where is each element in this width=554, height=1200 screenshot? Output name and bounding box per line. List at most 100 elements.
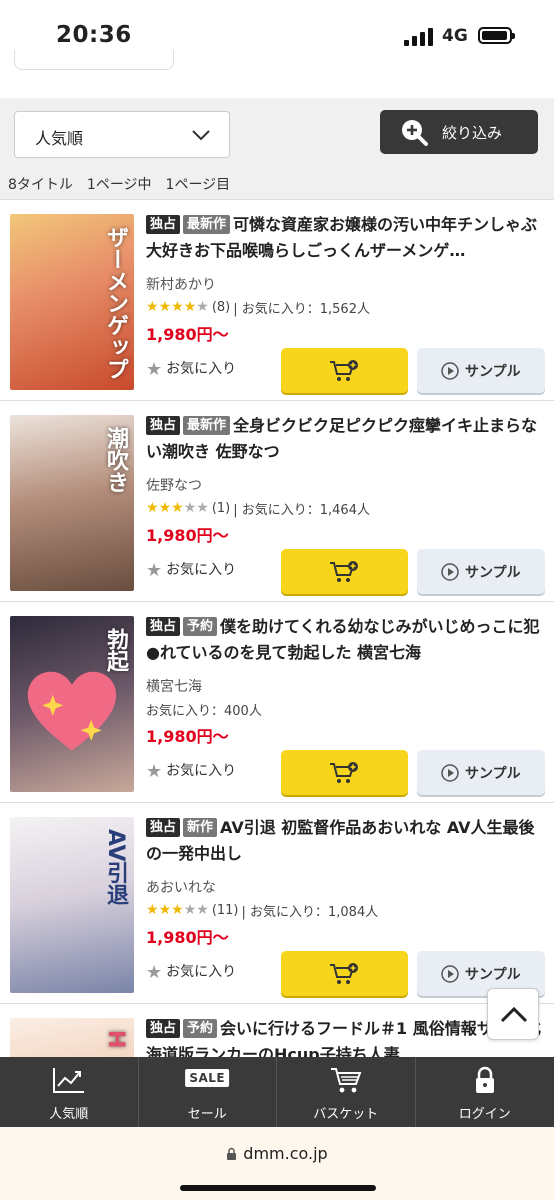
rating-row: ★ ★ ★ ★ ★ (8) | お気に入り：1,562人 (146, 297, 546, 317)
favorite-count: | お気に入り：1,562人 (233, 301, 370, 317)
product-thumbnail[interactable]: 潮吹き (10, 415, 134, 591)
thumbnail-caption: AV引退 (103, 829, 128, 906)
padlock-icon (227, 1147, 237, 1160)
previous-control-edge (14, 50, 174, 70)
nav-login[interactable]: ログイン (416, 1057, 554, 1127)
star-icon: ★ (146, 560, 163, 581)
nav-label: 人気順 (49, 1107, 89, 1122)
favorite-label: お気に入り (166, 964, 237, 980)
favorite-count: お気に入り：400人 (146, 703, 262, 719)
product-thumbnail[interactable]: 勃起 (10, 616, 134, 792)
sample-button[interactable]: サンプル (417, 750, 545, 795)
price: 1,980円〜 (146, 325, 229, 344)
sample-button[interactable]: サンプル (417, 348, 545, 393)
battery-icon (478, 27, 515, 44)
product-title[interactable]: 独占 最新作 全身ビクビク足ピクピク痙攣イキ止まらない潮吹き 佐野なつ (146, 413, 546, 465)
bottom-nav: 人気順 SALE セール バスケット ログイン (0, 1057, 554, 1127)
star-filled-icon: ★ (171, 902, 184, 918)
review-count: (11) (211, 902, 239, 918)
product-item[interactable]: 潮吹き 独占 最新作 全身ビクビク足ピクピク痙攣イキ止まらない潮吹き 佐野なつ 佐野… (0, 401, 554, 602)
nav-label: バスケット (313, 1107, 379, 1122)
add-to-cart-button[interactable] (281, 348, 408, 393)
favorite-button[interactable]: ★ お気に入り (146, 559, 256, 585)
product-title[interactable]: 独占 最新作 可憐な資産家お嬢様の汚い中年チンしゃぶ大好きお下品喉鳴らしごっくんザー… (146, 212, 546, 264)
badge-exclusive: 独占 (146, 215, 181, 234)
scroll-to-top-button[interactable] (487, 988, 539, 1040)
actress-name[interactable]: 新村あかり (146, 274, 546, 294)
actress-name[interactable]: 佐野なつ (146, 475, 546, 495)
nav-label: ログイン (458, 1107, 511, 1122)
badge-exclusive: 独占 (146, 416, 181, 435)
lock-icon (475, 1066, 494, 1093)
sample-label: サンプル (465, 364, 521, 380)
zoom-in-icon (402, 120, 428, 146)
star-icon: ★ (146, 962, 163, 983)
sample-button[interactable]: サンプル (417, 549, 545, 594)
favorite-button[interactable]: ★ お気に入り (146, 961, 256, 987)
url-domain: dmm.co.jp (243, 1144, 328, 1163)
cart-add-icon (330, 963, 358, 984)
star-filled-icon: ★ (171, 299, 184, 315)
add-to-cart-button[interactable] (281, 549, 408, 594)
nav-label: セール (187, 1107, 227, 1122)
product-item[interactable]: ザーメンゲップ 独占 最新作 可憐な資産家お嬢様の汚い中年チンしゃぶ大好きお下品喉鳴… (0, 200, 554, 401)
add-to-cart-button[interactable] (281, 951, 408, 996)
nav-popular[interactable]: 人気順 (0, 1057, 139, 1127)
rating-stars: ★ ★ ★ ★ ★ (146, 903, 209, 917)
heart-sticker-icon (27, 671, 117, 751)
rating-stars: ★ ★ ★ ★ ★ (146, 501, 209, 515)
badge-exclusive: 独占 (146, 1019, 181, 1038)
play-icon (441, 563, 459, 581)
favorite-count: | お気に入り：1,464人 (233, 502, 370, 518)
play-icon (441, 362, 459, 380)
browser-url-bar[interactable]: dmm.co.jp (0, 1127, 554, 1200)
nav-sale[interactable]: SALE セール (139, 1057, 277, 1127)
review-count: (8) (211, 299, 231, 315)
favorite-button[interactable]: ★ お気に入り (146, 358, 256, 384)
thumbnail-caption: ザーメンゲップ (103, 226, 128, 380)
url-display[interactable]: dmm.co.jp (0, 1144, 554, 1163)
sort-filter-toolbar: 人気順 絞り込み (0, 98, 554, 170)
badge-status: 最新作 (183, 416, 231, 435)
badge-exclusive: 独占 (146, 818, 181, 837)
product-title[interactable]: 独占 予約 僕を助けてくれる幼なじみがいじめっこに犯●れているのを見て勃起した 横宮… (146, 614, 546, 666)
star-empty-icon: ★ (196, 500, 209, 516)
sample-label: サンプル (465, 766, 521, 782)
favorite-count: | お気に入り：1,084人 (241, 904, 379, 920)
thumbnail-caption: 勃起 (103, 628, 128, 672)
star-filled-icon: ★ (158, 299, 172, 315)
product-item[interactable]: 勃起 独占 予約 僕を助けてくれる幼なじみがいじめっこに犯●れているのを見て勃起した… (0, 602, 554, 803)
product-thumbnail[interactable]: ザーメンゲップ (10, 214, 134, 390)
filter-button[interactable]: 絞り込み (380, 110, 538, 154)
thumbnail-caption: H (103, 1030, 128, 1049)
network-label: 4G (442, 26, 468, 46)
star-filled-icon: ★ (158, 902, 172, 918)
product-title[interactable]: 独占 新作 AV引退 初監督作品あおいれな AV人生最後の一発中出し (146, 815, 546, 867)
chevron-up-icon (500, 1006, 528, 1023)
home-indicator[interactable] (180, 1185, 376, 1191)
product-item[interactable]: AV引退 独占 新作 AV引退 初監督作品あおいれな AV人生最後の一発中出し あお… (0, 803, 554, 1004)
review-count: (1) (211, 500, 231, 516)
actress-name[interactable]: あおいれな (146, 877, 546, 897)
actress-name[interactable]: 横宮七海 (146, 676, 546, 696)
price: 1,980円〜 (146, 928, 229, 947)
sort-label: 人気順 (35, 129, 84, 148)
favorite-button[interactable]: ★ お気に入り (146, 760, 256, 786)
sample-label: サンプル (465, 565, 521, 581)
chevron-down-icon (192, 130, 210, 141)
add-to-cart-button[interactable] (281, 750, 408, 795)
nav-basket[interactable]: バスケット (277, 1057, 416, 1127)
thumbnail-caption: 潮吹き (103, 427, 128, 493)
star-filled-icon: ★ (158, 500, 172, 516)
star-empty-icon: ★ (196, 299, 209, 315)
play-icon (441, 965, 459, 983)
price: 1,980円〜 (146, 727, 229, 746)
sort-select[interactable]: 人気順 (14, 111, 230, 158)
cart-add-icon (330, 561, 358, 582)
sample-label: サンプル (465, 967, 521, 983)
play-icon (441, 764, 459, 782)
product-thumbnail[interactable]: AV引退 (10, 817, 134, 993)
badge-status: 予約 (183, 1019, 218, 1038)
signal-icon (404, 28, 434, 46)
star-filled-icon: ★ (183, 299, 197, 315)
